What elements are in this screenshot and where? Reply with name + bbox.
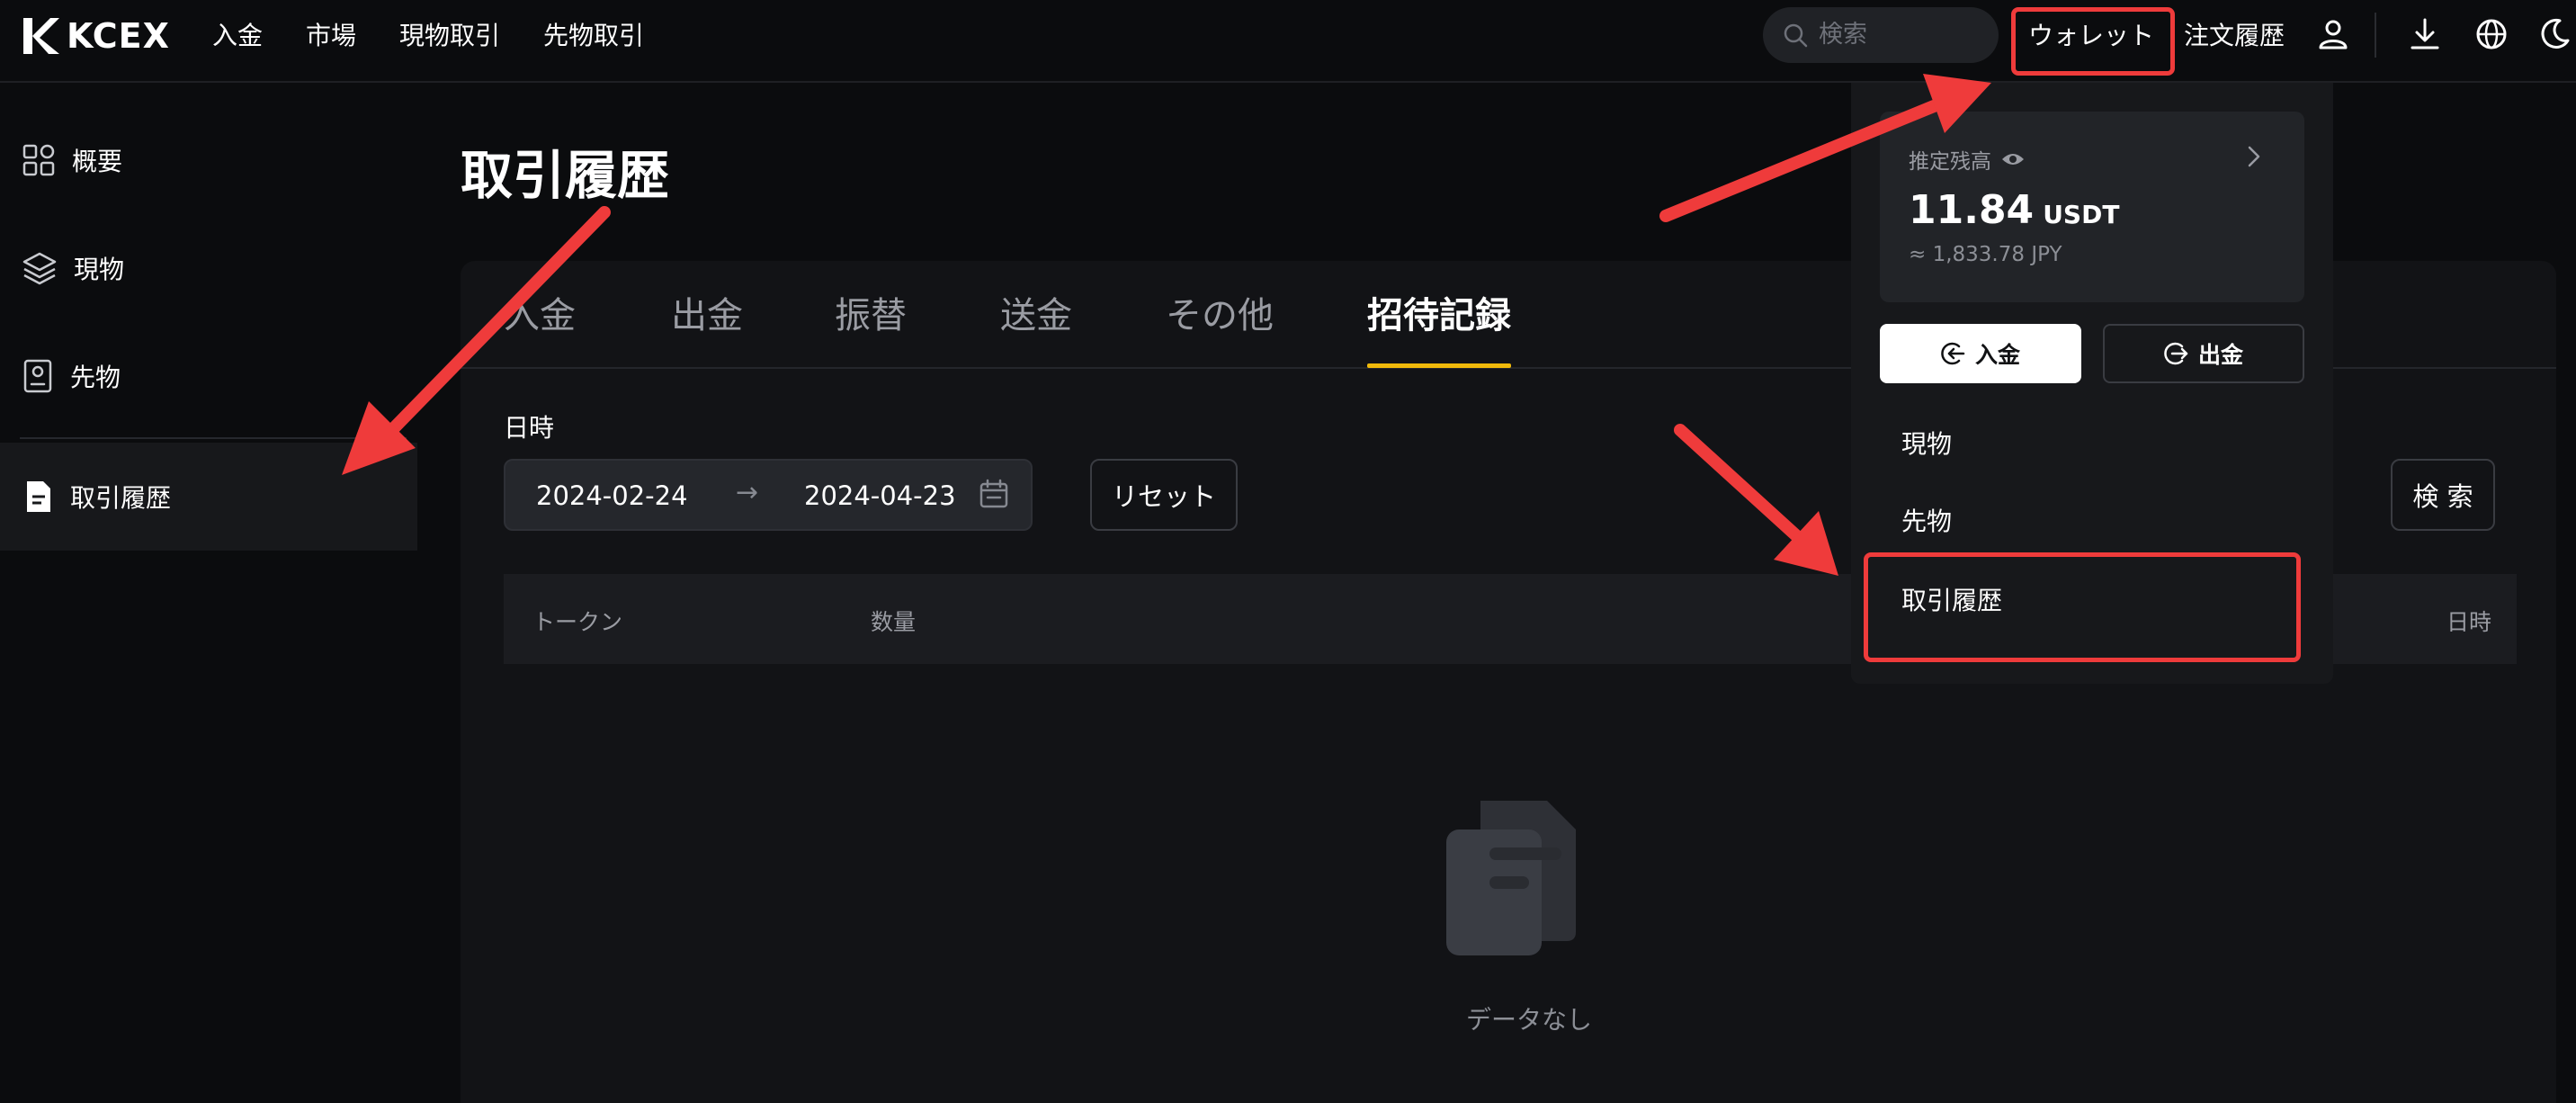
arrow-to-wallet-button	[1659, 74, 1991, 222]
arrow-to-sidebar-history	[342, 206, 611, 475]
arrow-to-dropdown-history	[1674, 424, 1838, 576]
annotation-arrows	[342, 74, 1991, 576]
